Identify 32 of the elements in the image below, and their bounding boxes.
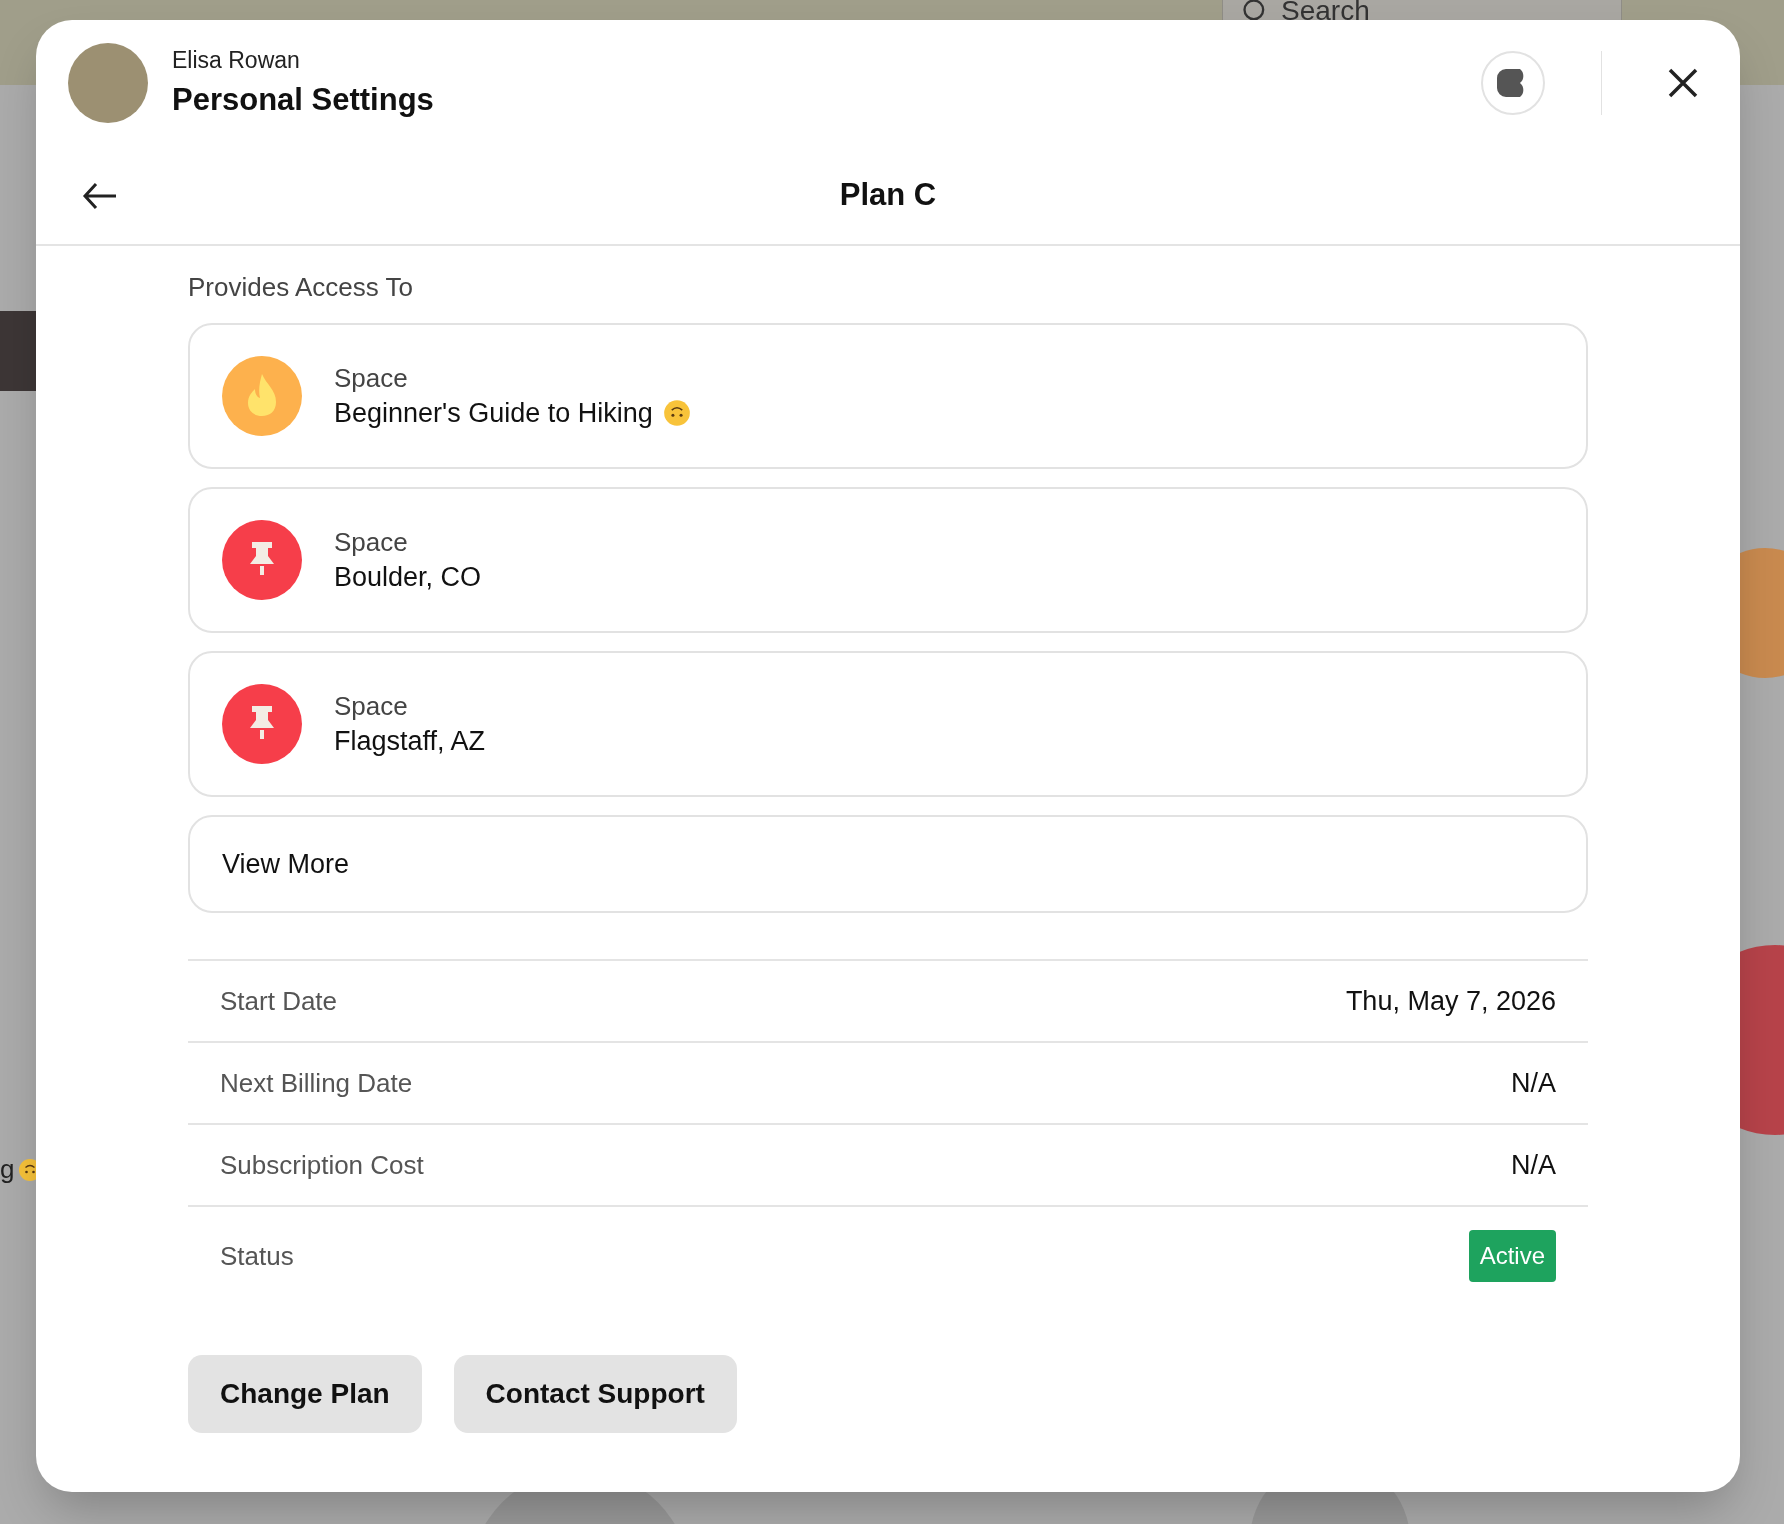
status-badge: Active — [1468, 1230, 1556, 1282]
detail-value: Thu, May 7, 2026 — [1345, 984, 1556, 1018]
theme-toggle-button[interactable] — [1481, 51, 1545, 115]
space-name: Beginner's Guide to Hiking — [334, 397, 653, 430]
back-arrow-icon — [82, 182, 118, 210]
space-card[interactable]: Space Beginner's Guide to Hiking — [188, 323, 1588, 469]
space-label: Space — [334, 690, 409, 723]
pushpin-icon — [222, 520, 302, 600]
space-name: Boulder, CO — [334, 561, 482, 594]
search-placeholder: Search — [1281, 0, 1370, 25]
page-title: Plan C — [839, 175, 937, 214]
pushpin-icon — [222, 684, 302, 764]
detail-value: N/A — [1511, 1148, 1556, 1182]
detail-value: N/A — [1511, 1066, 1556, 1100]
close-icon — [1667, 67, 1699, 99]
dialog-title: Personal Settings — [172, 81, 435, 119]
detail-label: Start Date — [220, 984, 338, 1018]
backdrop-text: g — [0, 1153, 15, 1186]
space-label: Space — [334, 526, 409, 559]
flame-icon — [222, 356, 302, 436]
user-name: Elisa Rowan — [172, 45, 301, 75]
section-heading: Provides Access To — [188, 271, 414, 304]
detail-label: Status — [220, 1239, 294, 1273]
space-card[interactable]: Space Boulder, CO — [188, 487, 1588, 633]
view-more-button[interactable]: View More — [188, 815, 1588, 913]
space-name: Flagstaff, AZ — [334, 725, 486, 758]
detail-label: Subscription Cost — [220, 1148, 424, 1182]
space-card[interactable]: Space Flagstaff, AZ — [188, 651, 1588, 797]
action-button[interactable]: Contact Support — [453, 1355, 737, 1433]
action-button[interactable]: Change Plan — [188, 1355, 422, 1433]
space-label: Space — [334, 362, 409, 395]
detail-label: Next Billing Date — [220, 1066, 413, 1100]
